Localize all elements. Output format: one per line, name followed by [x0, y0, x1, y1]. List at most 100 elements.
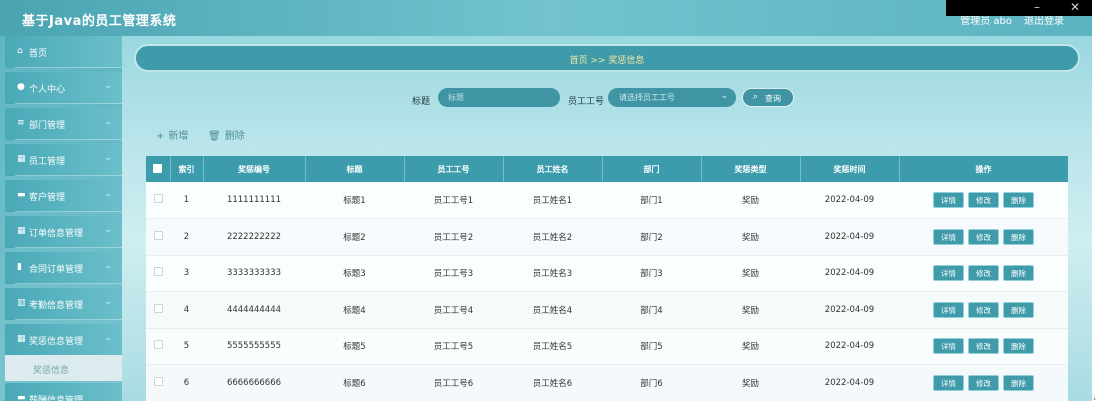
cell-date: 2022-04-09	[800, 291, 899, 329]
cell-code: 2222222222	[203, 218, 305, 256]
sidebar-item-4[interactable]: ▬ 客户管理 ⌄	[5, 180, 122, 212]
row-select-cell[interactable]	[146, 291, 170, 329]
delete-button[interactable]: 删除	[1003, 301, 1034, 318]
query-button[interactable]: ⌕ 查询	[742, 88, 794, 107]
delete-button[interactable]: 删除	[1003, 338, 1034, 355]
sidebar-item-1[interactable]: ● 个人中心 ⌄	[5, 72, 122, 104]
sidebar-subitem-rewards[interactable]: 奖惩信息	[5, 355, 122, 381]
list-icon: ▬	[17, 393, 26, 401]
select-all-cell[interactable]	[146, 156, 171, 182]
batch-delete-button[interactable]: 🗑 删除	[208, 127, 245, 142]
home-icon: ⌂	[17, 46, 23, 56]
sidebar-item-0[interactable]: ⌂ 首页	[5, 36, 122, 68]
menu-divider	[15, 211, 122, 212]
sidebar-item-5[interactable]: ▦ 订单信息管理 ⌄	[5, 216, 122, 248]
detail-button[interactable]: 详情	[933, 374, 964, 391]
sidebar-item-label: 客户管理	[29, 193, 66, 203]
delete-button[interactable]: 删除	[1003, 265, 1034, 282]
row-checkbox[interactable]	[153, 230, 163, 240]
edit-button[interactable]: 修改	[968, 374, 999, 391]
cell-dept: 部门4	[602, 291, 701, 329]
cell-emp-no: 员工工号6	[404, 364, 503, 401]
cell-title: 标题6	[305, 364, 404, 401]
cell-idx: 1	[170, 182, 203, 219]
table-row: 2 2222222222 标题2 员工工号2 员工姓名2 部门2 奖励 2022-04-09 详…	[146, 218, 1068, 256]
batch-delete-label: 删除	[224, 131, 245, 142]
emp-filter-label: 员工工号	[568, 97, 605, 107]
sidebar-item-salary[interactable]: ▬ 薪酬信息管理	[5, 383, 122, 401]
select-all-checkbox[interactable]	[153, 163, 163, 173]
breadcrumb: 首页 >> 奖惩信息	[134, 44, 1080, 72]
row-select-cell[interactable]	[146, 182, 170, 219]
delete-button[interactable]: 删除	[1003, 192, 1034, 208]
detail-button[interactable]: 详情	[933, 192, 964, 208]
row-checkbox[interactable]	[153, 376, 163, 386]
row-select-cell[interactable]	[146, 364, 170, 401]
row-select-cell[interactable]	[146, 328, 170, 365]
row-select-cell[interactable]	[146, 218, 170, 256]
detail-button[interactable]: 详情	[933, 265, 964, 282]
menu-divider	[15, 103, 122, 104]
detail-button[interactable]: 详情	[933, 301, 964, 318]
sidebar-item-7[interactable]: ▥ 考勤信息管理 ⌄	[5, 288, 122, 320]
vertical-scrollbar[interactable]	[1080, 150, 1092, 401]
plus-icon: +	[156, 131, 165, 142]
row-actions: 详情 修改 删除	[899, 218, 1068, 256]
sidebar-item-8[interactable]: ▦ 奖惩信息管理 ⌄	[5, 324, 122, 356]
close-icon[interactable]: ✕	[1070, 0, 1080, 14]
menu-divider	[15, 67, 122, 68]
row-checkbox[interactable]	[153, 194, 163, 203]
edit-button[interactable]: 修改	[968, 228, 999, 245]
emp-no-select[interactable]: 请选择员工工号 ⌄	[608, 88, 736, 107]
breadcrumb-text: 首页 >> 奖惩信息	[569, 56, 645, 66]
title-search-input[interactable]	[438, 88, 560, 107]
detail-button[interactable]: 详情	[933, 338, 964, 355]
cell-dept: 部门3	[602, 255, 701, 292]
row-checkbox[interactable]	[153, 267, 163, 277]
edit-button[interactable]: 修改	[968, 192, 999, 208]
delete-button[interactable]: 删除	[1003, 374, 1034, 391]
document-icon: ▮	[17, 262, 22, 272]
row-checkbox[interactable]	[153, 303, 163, 313]
chevron-down-icon: ⌄	[104, 153, 112, 163]
column-header: 员工工号	[404, 156, 504, 182]
sidebar-item-label: 个人中心	[29, 85, 66, 95]
user-icon: ●	[17, 82, 25, 92]
sidebar-item-label: 薪酬信息管理	[29, 396, 84, 401]
delete-button[interactable]: 删除	[1003, 228, 1034, 245]
sidebar-item-label: 考勤信息管理	[29, 301, 84, 311]
cell-emp-no: 员工工号4	[404, 291, 503, 329]
sidebar-item-label: 员工管理	[29, 157, 66, 167]
list-icon: ≡	[17, 118, 25, 128]
resize-mark: ⇣	[1092, 395, 1098, 401]
minimize-icon[interactable]: –	[1034, 0, 1040, 14]
bar-chart-icon: ▥	[17, 298, 26, 308]
sidebar-item-3[interactable]: ▦ 员工管理 ⌄	[5, 144, 122, 176]
cell-type: 奖励	[701, 218, 800, 256]
cell-code: 5555555555	[203, 328, 305, 365]
cell-title: 标题4	[305, 291, 404, 329]
edit-button[interactable]: 修改	[968, 338, 999, 355]
cell-idx: 4	[170, 291, 203, 329]
cell-dept: 部门6	[602, 364, 701, 401]
row-select-cell[interactable]	[146, 255, 170, 292]
add-button[interactable]: + 新增	[156, 127, 188, 142]
detail-button[interactable]: 详情	[933, 228, 964, 245]
row-checkbox[interactable]	[153, 340, 163, 350]
add-button-label: 新增	[168, 131, 189, 142]
column-header: 员工姓名	[503, 156, 603, 182]
cell-title: 标题5	[305, 328, 404, 365]
cell-emp-no: 员工工号3	[404, 255, 503, 292]
cell-title: 标题1	[305, 182, 404, 219]
edit-button[interactable]: 修改	[968, 265, 999, 282]
window-controls: – ✕	[946, 0, 1092, 16]
column-header: 奖惩时间	[800, 156, 900, 182]
table-row: 3 3333333333 标题3 员工工号3 员工姓名3 部门3 奖励 2022-04-09 详…	[146, 255, 1068, 292]
cell-emp-no: 员工工号2	[404, 218, 503, 256]
cell-emp-name: 员工姓名5	[503, 328, 602, 365]
sidebar-item-2[interactable]: ≡ 部门管理 ⌄	[5, 108, 122, 140]
search-icon: ⌕	[753, 92, 759, 102]
sidebar-item-6[interactable]: ▮ 合同订单管理 ⌄	[5, 252, 122, 284]
chevron-down-icon: ⌄	[104, 189, 112, 199]
edit-button[interactable]: 修改	[968, 301, 999, 318]
